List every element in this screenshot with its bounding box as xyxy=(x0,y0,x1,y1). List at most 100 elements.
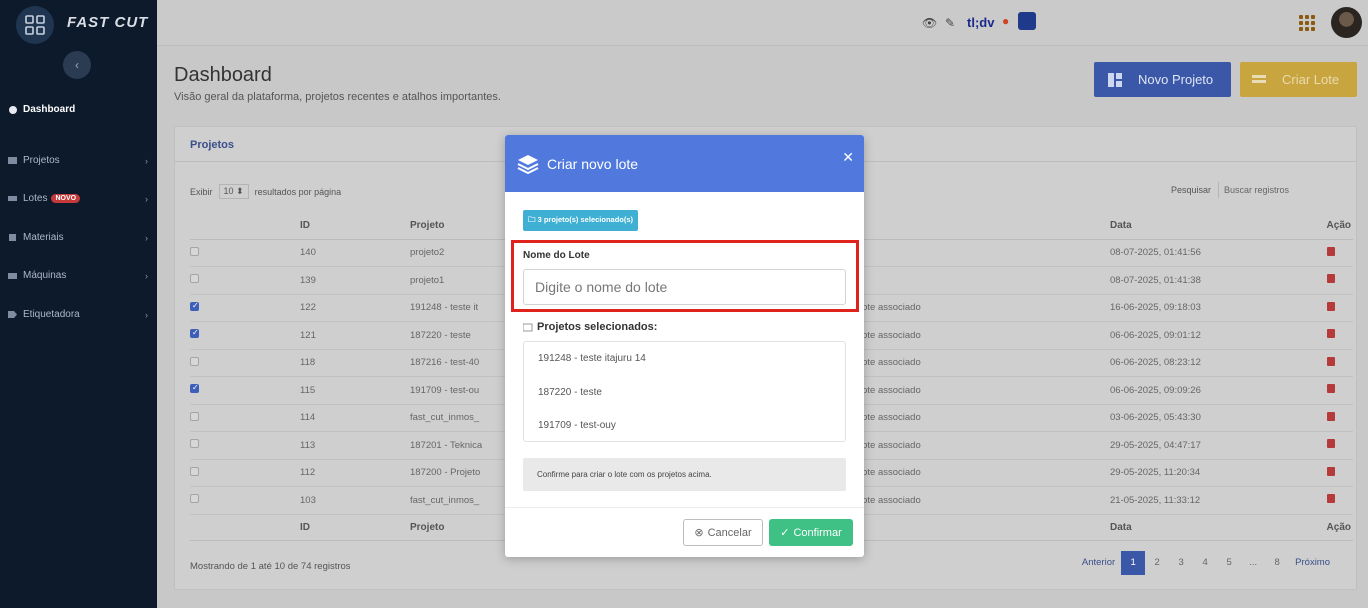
pager-page[interactable]: 8 xyxy=(1265,551,1289,575)
cancel-button[interactable]: ⊗ Cancelar xyxy=(683,519,763,546)
row-checkbox[interactable] xyxy=(190,356,199,366)
trash-icon[interactable] xyxy=(1327,384,1335,394)
confirm-button[interactable]: ✓ Confirmar xyxy=(769,519,853,546)
trash-icon[interactable] xyxy=(1327,411,1335,421)
layers-icon xyxy=(8,194,18,203)
pager-page[interactable]: 3 xyxy=(1169,551,1193,575)
list-item: 191248 - teste itajuru 14 xyxy=(538,353,646,364)
sidebar-item-lotes[interactable]: Lotes NOVO › xyxy=(8,193,148,204)
trash-icon[interactable] xyxy=(1327,494,1335,504)
row-checkbox[interactable] xyxy=(190,328,199,339)
col-id-foot: ID xyxy=(300,514,410,541)
collapse-sidebar-button[interactable]: ‹ xyxy=(63,51,91,79)
pager-page[interactable]: 5 xyxy=(1217,551,1241,575)
row-data: 06-06-2025, 09:09:26 xyxy=(1110,376,1300,405)
tldv-extension[interactable]: tl;dv xyxy=(967,15,994,30)
check-circle-icon: ✓ xyxy=(780,527,790,539)
list-item: 191709 - test-ouy xyxy=(538,420,616,432)
col-data[interactable]: Data xyxy=(1110,213,1300,240)
create-batch-button[interactable]: Criar Lote xyxy=(1240,62,1357,97)
row-data: 21-05-2025, 11:33:12 xyxy=(1110,486,1300,515)
batch-name-input[interactable] xyxy=(523,269,846,305)
modal-footer xyxy=(505,507,864,508)
row-data: 06-06-2025, 09:01:12 xyxy=(1110,321,1300,350)
row-select[interactable] xyxy=(190,239,300,267)
row-id: 114 xyxy=(300,404,410,432)
trash-icon[interactable] xyxy=(1327,274,1335,284)
row-data: 03-06-2025, 05:43:30 xyxy=(1110,404,1300,432)
exibir-label: Exibir xyxy=(190,186,213,197)
page-size-select[interactable]: 10 ⬍ xyxy=(218,184,249,199)
selected-projects-list: 191248 - teste itajuru 14 187220 - teste… xyxy=(523,341,846,442)
row-checkbox[interactable] xyxy=(190,383,199,394)
selected-projects-label: Projetos selecionados: xyxy=(523,321,657,333)
extension-eye-icon[interactable]: 👁 xyxy=(922,16,937,30)
row-checkbox[interactable] xyxy=(190,466,199,476)
sidebar-item-maquinas[interactable]: Máquinas › xyxy=(8,270,148,281)
row-id: 112 xyxy=(300,459,410,487)
row-checkbox[interactable] xyxy=(190,439,199,449)
row-select[interactable] xyxy=(190,459,300,487)
trash-icon[interactable] xyxy=(1327,301,1335,311)
row-select[interactable] xyxy=(190,376,300,405)
pager-page[interactable]: 2 xyxy=(1145,551,1169,575)
sidebar-item-label: Etiquetadora xyxy=(23,309,80,320)
row-select[interactable] xyxy=(190,349,300,377)
row-select[interactable] xyxy=(190,404,300,432)
sidebar-item-etiquetadora[interactable]: Etiquetadora › xyxy=(8,309,148,320)
search-input[interactable]: Buscar registros xyxy=(1218,182,1338,198)
pager-next[interactable]: Próximo xyxy=(1289,551,1336,575)
sidebar: FAST CUT ‹ Dashboard Projetos › Lotes NO… xyxy=(0,0,157,608)
trash-icon[interactable] xyxy=(1327,329,1335,339)
col-data-foot: Data xyxy=(1110,514,1300,541)
sidebar-item-materiais[interactable]: Materiais › xyxy=(8,232,148,243)
pager-prev[interactable]: Anterior xyxy=(1076,551,1121,575)
trash-icon[interactable] xyxy=(1327,466,1335,476)
layers-icon xyxy=(1252,74,1266,83)
pager-page[interactable]: 1 xyxy=(1121,551,1146,575)
avatar[interactable] xyxy=(1331,7,1362,38)
page-subtitle: Visão geral da plataforma, projetos rece… xyxy=(174,91,501,103)
row-data: 08-07-2025, 01:41:56 xyxy=(1110,239,1300,267)
row-action xyxy=(1300,321,1353,350)
trash-icon[interactable] xyxy=(1327,356,1335,366)
row-checkbox[interactable] xyxy=(190,274,199,284)
sidebar-item-label: Projetos xyxy=(23,155,60,166)
row-select[interactable] xyxy=(190,321,300,350)
col-id[interactable]: ID xyxy=(300,213,410,240)
apps-grid-icon[interactable] xyxy=(1299,15,1315,31)
dashboard-grid-icon xyxy=(1108,72,1122,87)
sidebar-item-dashboard[interactable]: Dashboard xyxy=(8,104,148,115)
showing-text: Mostrando de 1 até 10 de 74 registros xyxy=(190,561,351,572)
dashboard-icon xyxy=(8,105,18,114)
row-id: 121 xyxy=(300,321,410,350)
close-icon[interactable]: ✕ xyxy=(842,149,854,166)
pager-page[interactable]: 4 xyxy=(1193,551,1217,575)
row-checkbox[interactable] xyxy=(190,411,199,421)
row-action xyxy=(1300,266,1353,295)
trash-icon[interactable] xyxy=(1327,246,1335,256)
row-id: 113 xyxy=(300,431,410,460)
app-logo[interactable] xyxy=(16,6,54,44)
extension-record-icon[interactable]: ● xyxy=(1002,14,1009,28)
row-checkbox[interactable] xyxy=(190,494,199,504)
page-title: Dashboard xyxy=(174,64,272,86)
row-checkbox[interactable] xyxy=(190,301,199,311)
sidebar-item-projetos[interactable]: Projetos › xyxy=(8,155,148,166)
row-select[interactable] xyxy=(190,266,300,295)
extension-puzzle-icon[interactable] xyxy=(1018,12,1036,30)
row-select[interactable] xyxy=(190,431,300,460)
trash-icon[interactable] xyxy=(1327,439,1335,449)
row-select[interactable] xyxy=(190,486,300,515)
pagination: Anterior 1 2 3 4 5 ... 8 Próximo xyxy=(1076,551,1336,575)
row-action xyxy=(1300,376,1353,405)
tab-projetos[interactable]: Projetos xyxy=(190,139,234,151)
row-data: 29-05-2025, 11:20:34 xyxy=(1110,459,1300,487)
row-checkbox[interactable] xyxy=(190,246,199,256)
sidebar-item-label: Materiais xyxy=(23,232,64,243)
row-select[interactable] xyxy=(190,294,300,322)
new-project-button[interactable]: Novo Projeto xyxy=(1094,62,1231,97)
extension-pen-icon[interactable]: ✎ xyxy=(945,16,955,30)
app-name: FAST CUT xyxy=(67,14,149,31)
col-select xyxy=(190,514,300,541)
